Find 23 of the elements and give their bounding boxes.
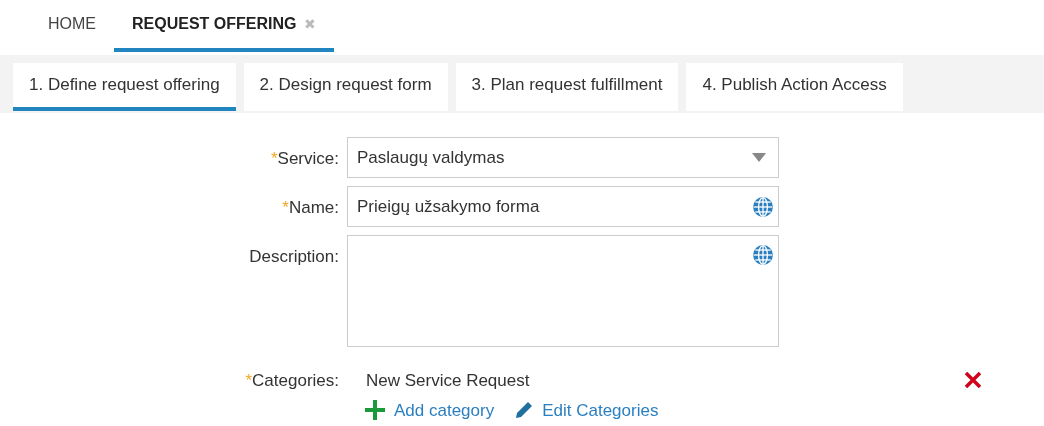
step-tab[interactable]: 4. Publish Action Access xyxy=(686,63,903,111)
remove-icon[interactable] xyxy=(963,370,983,390)
globe-icon[interactable] xyxy=(752,244,774,266)
field-label: Service: xyxy=(277,149,339,168)
field-label: Description: xyxy=(249,247,339,266)
tab[interactable]: HOME xyxy=(30,0,114,52)
field-label: Name: xyxy=(288,198,339,217)
step-tab[interactable]: 1. Define request offering xyxy=(13,63,236,111)
link[interactable]: Edit Categories xyxy=(514,397,659,423)
required-mark: * xyxy=(270,149,278,168)
plus-icon xyxy=(364,399,386,422)
field-label: Categories: xyxy=(252,371,339,390)
caret-icon[interactable] xyxy=(752,153,766,162)
dropdown[interactable]: Paslaugų valdymas xyxy=(347,137,779,178)
globe-icon[interactable] xyxy=(752,195,774,218)
input-field[interactable]: Prieigų užsakymo forma xyxy=(347,186,779,227)
required-mark: * xyxy=(245,371,253,390)
required-mark: * xyxy=(282,198,289,217)
step-tab[interactable]: 3. Plan request fulfillment xyxy=(455,63,679,111)
link[interactable]: Add category xyxy=(364,397,495,423)
pencil-icon xyxy=(514,400,535,421)
step-tab[interactable]: 2. Design request form xyxy=(243,63,448,111)
category-name: New Service Request xyxy=(365,370,531,392)
